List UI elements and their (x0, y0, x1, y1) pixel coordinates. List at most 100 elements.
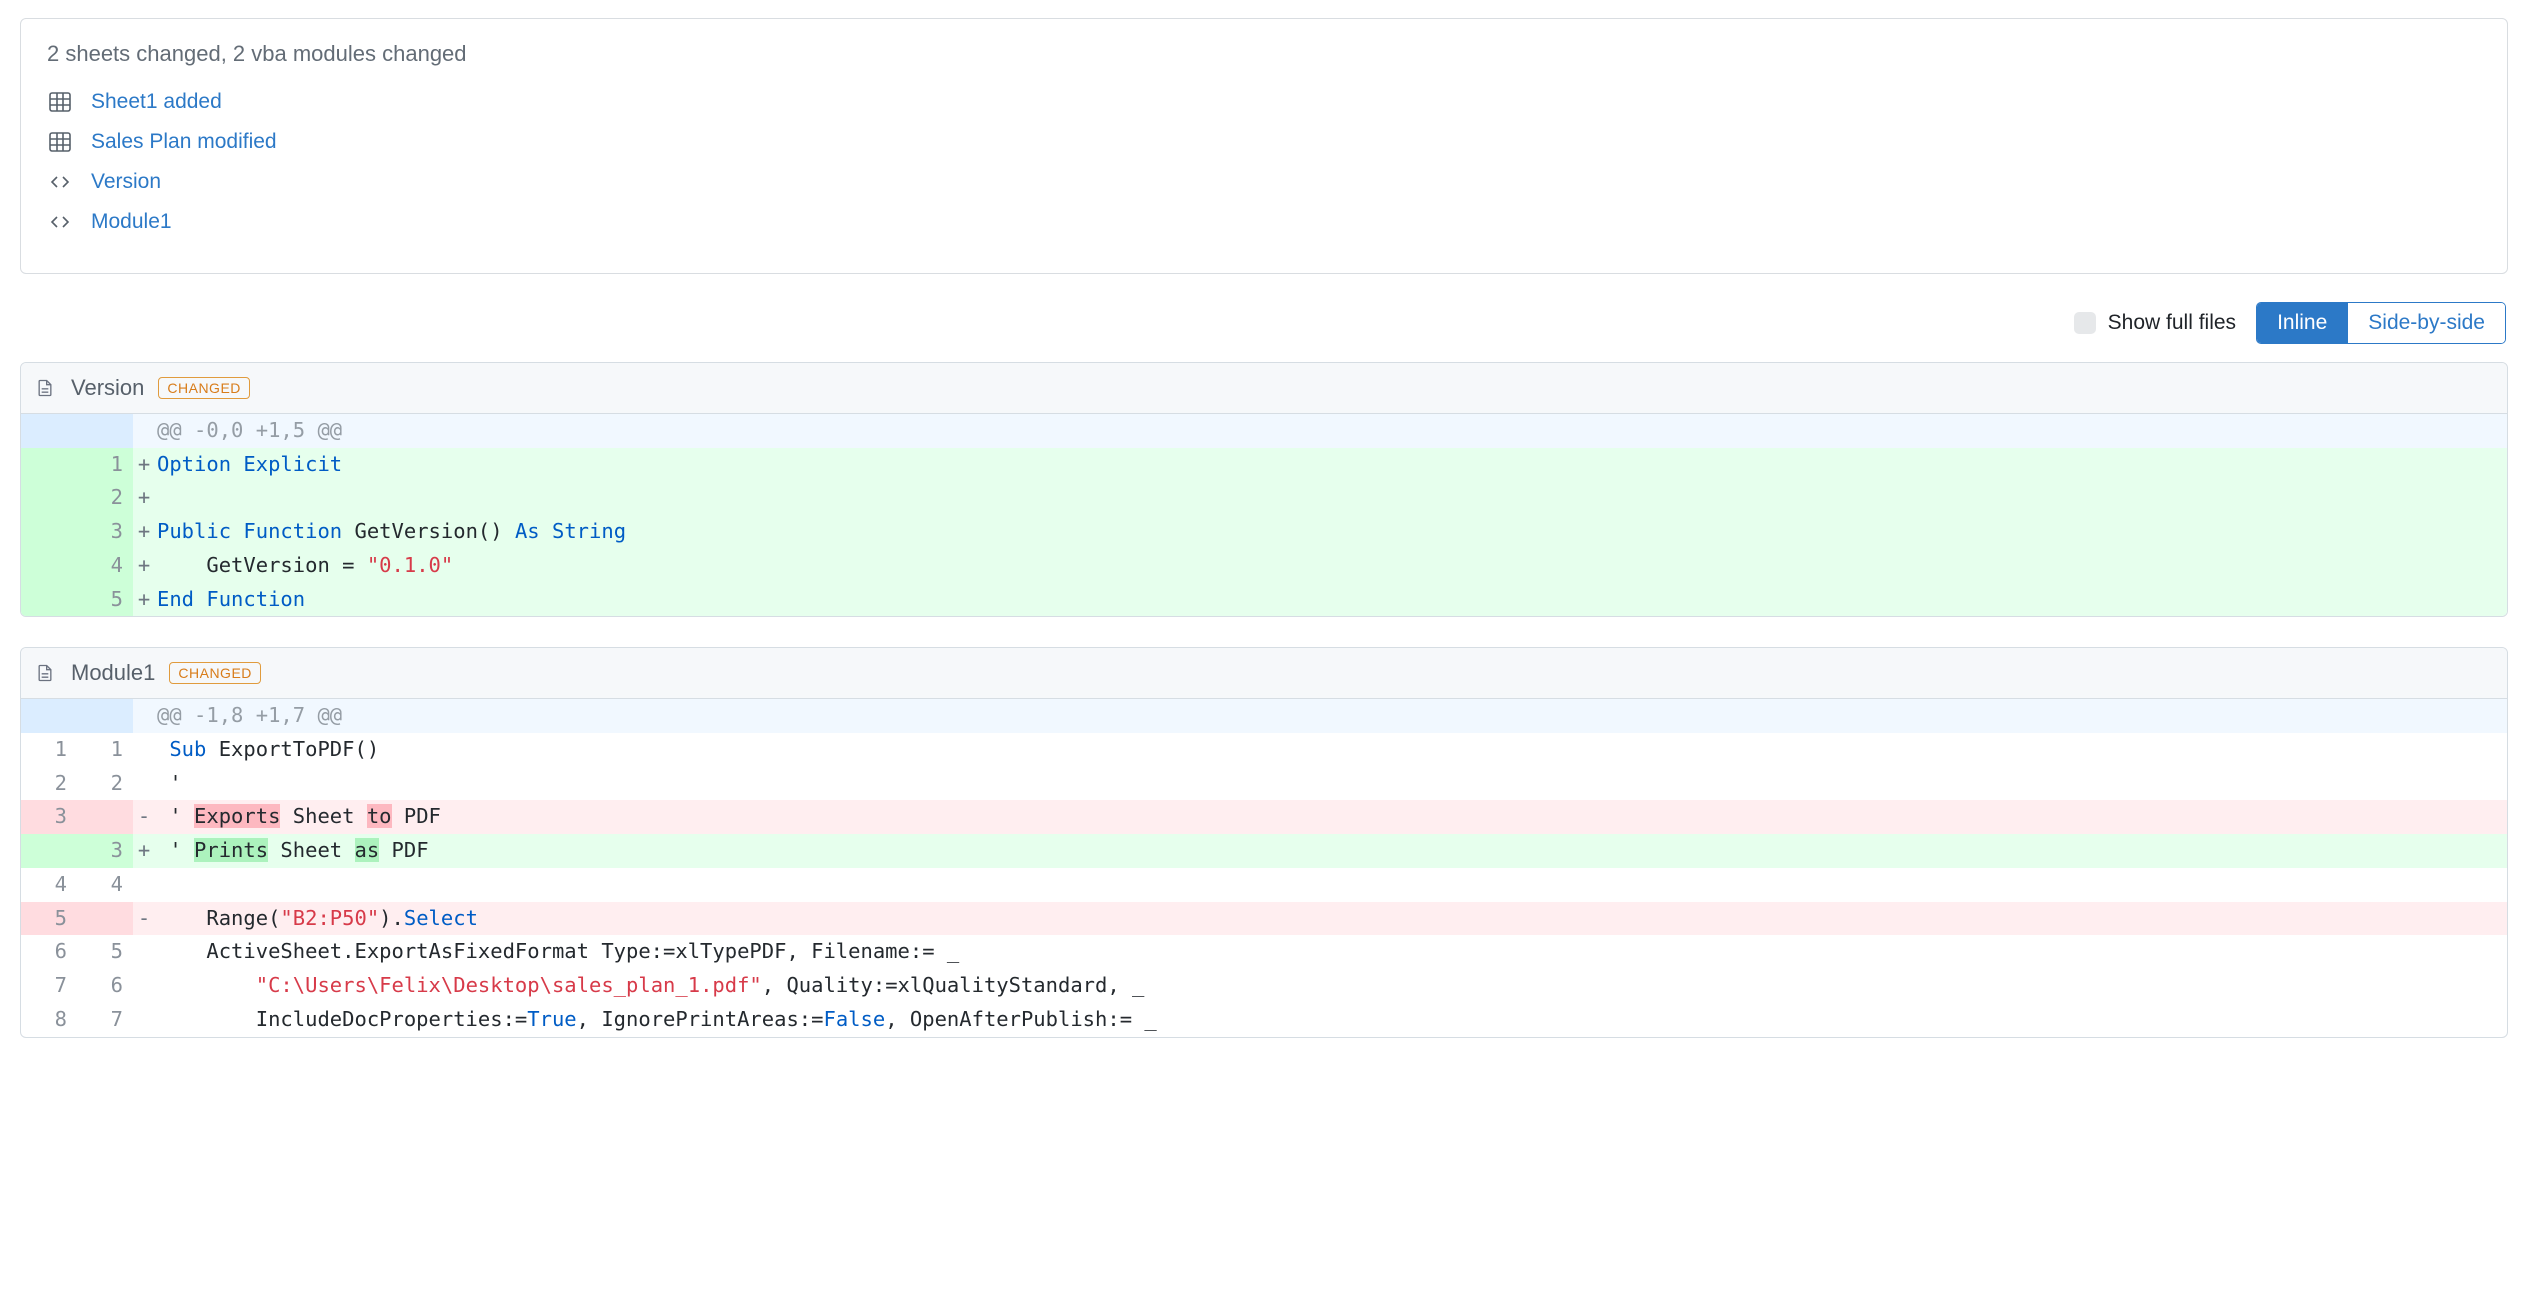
line-number-new: 5 (77, 583, 133, 617)
file-icon (35, 662, 57, 684)
code-line: ' (155, 767, 2507, 801)
diff-sign (133, 969, 155, 1003)
code-line: Option Explicit (155, 448, 2507, 482)
code-icon (47, 169, 73, 195)
diff-file-name: Version (71, 375, 144, 401)
diff-line: 1+Option Explicit (21, 448, 2507, 482)
line-number-new: 6 (77, 969, 133, 1003)
diff-sign (133, 868, 155, 902)
change-item-link[interactable]: Module1 (91, 210, 172, 234)
code-token: ' (157, 804, 194, 828)
diff-line: 44 (21, 868, 2507, 902)
inline-view-button[interactable]: Inline (2257, 303, 2347, 343)
line-number-old (21, 481, 77, 515)
code-token: PDF (392, 804, 441, 828)
change-item: Module1 (47, 209, 2481, 235)
line-number-old: 8 (21, 1003, 77, 1037)
diff-panel: VersionCHANGED@@ -0,0 +1,5 @@1+Option Ex… (20, 362, 2508, 617)
code-line (155, 868, 2507, 902)
changes-summary-card: 2 sheets changed, 2 vba modules changed … (20, 18, 2508, 274)
file-icon (35, 377, 57, 399)
line-number-new: 5 (77, 935, 133, 969)
diff-panel-header: VersionCHANGED (21, 363, 2507, 414)
code-token: As (515, 519, 540, 543)
code-token: Public (157, 519, 231, 543)
line-number-old (21, 515, 77, 549)
code-token: GetVersion = (157, 553, 367, 577)
diff-file-name: Module1 (71, 660, 155, 686)
diff-sign: - (133, 902, 155, 936)
diff-sign: - (133, 800, 155, 834)
diff-panel: Module1 CHANGED @@ -1,8 +1,7 @@11 Sub Expo… (20, 647, 2508, 1037)
code-token: "C:\Users\Felix\Desktop\sales_plan_1.pdf… (256, 973, 762, 997)
line-number-old (21, 583, 77, 617)
code-token: Function (243, 519, 342, 543)
line-number-new: 3 (77, 515, 133, 549)
code-token: , OpenAfterPublish:= _ (885, 1007, 1157, 1031)
code-token: Sheet (268, 838, 354, 862)
code-token: End (157, 587, 194, 611)
code-token: "B2:P50" (280, 906, 379, 930)
code-token (194, 587, 206, 611)
code-line: ActiveSheet.ExportAsFixedFormat Type:=xl… (155, 935, 2507, 969)
table-icon (47, 129, 73, 155)
diff-line: 22 ' (21, 767, 2507, 801)
status-badge: CHANGED (169, 662, 261, 684)
change-item-link[interactable]: Version (91, 170, 161, 194)
code-token: Sub (169, 737, 206, 761)
show-full-files-label: Show full files (2108, 311, 2236, 335)
code-token: ). (379, 906, 404, 930)
show-full-files-checkbox[interactable] (2074, 312, 2096, 334)
line-number-old (21, 414, 77, 448)
diff-sign: + (133, 481, 155, 515)
code-token: True (527, 1007, 576, 1031)
diff-sign: + (133, 549, 155, 583)
line-number-new (77, 902, 133, 936)
hunk-header: @@ -1,8 +1,7 @@ (155, 699, 2507, 733)
line-number-old (21, 448, 77, 482)
diff-line: 76 "C:\Users\Felix\Desktop\sales_plan_1.… (21, 969, 2507, 1003)
diff-sign: + (133, 515, 155, 549)
code-line: IncludeDocProperties:=True, IgnorePrintA… (155, 1003, 2507, 1037)
hunk-header-row: @@ -1,8 +1,7 @@ (21, 699, 2507, 733)
code-token: ExportToPDF() (206, 737, 379, 761)
line-number-old: 3 (21, 800, 77, 834)
diff-line: 3+Public Function GetVersion() As String (21, 515, 2507, 549)
line-number-old (21, 699, 77, 733)
code-line: GetVersion = "0.1.0" (155, 549, 2507, 583)
code-token: "0.1.0" (367, 553, 453, 577)
change-item-link[interactable]: Sheet1 added (91, 90, 222, 114)
line-number-new: 4 (77, 868, 133, 902)
code-token (231, 519, 243, 543)
table-icon (47, 89, 73, 115)
code-token: ' (157, 838, 194, 862)
line-number-new: 7 (77, 1003, 133, 1037)
show-full-files-toggle[interactable]: Show full files (2074, 311, 2236, 335)
code-line: Sub ExportToPDF() (155, 733, 2507, 767)
line-number-new: 2 (77, 767, 133, 801)
change-item: Sheet1 added (47, 89, 2481, 115)
diff-sign (133, 1003, 155, 1037)
code-token: Sheet (280, 804, 366, 828)
changes-list: Sheet1 added Sales Plan modified Version Mo… (47, 89, 2481, 235)
line-number-old (21, 549, 77, 583)
line-number-new (77, 699, 133, 733)
code-token (157, 737, 169, 761)
hunk-header: @@ -0,0 +1,5 @@ (155, 414, 2507, 448)
side-by-side-view-button[interactable]: Side-by-side (2347, 303, 2505, 343)
code-token: ActiveSheet.ExportAsFixedFormat Type:=xl… (157, 939, 959, 963)
code-token: , Quality:=xlQualityStandard, _ (762, 973, 1145, 997)
line-number-new: 1 (77, 448, 133, 482)
diff-sign (133, 767, 155, 801)
diff-panel-header: Module1 CHANGED (21, 648, 2507, 699)
line-number-old: 1 (21, 733, 77, 767)
code-token: Explicit (243, 452, 342, 476)
code-line: "C:\Users\Felix\Desktop\sales_plan_1.pdf… (155, 969, 2507, 1003)
code-line: ' Exports Sheet to PDF (155, 800, 2507, 834)
line-number-new (77, 800, 133, 834)
diff-line: 2+ (21, 481, 2507, 515)
code-token: GetVersion() (342, 519, 515, 543)
change-item-link[interactable]: Sales Plan modified (91, 130, 277, 154)
diff-line: 11 Sub ExportToPDF() (21, 733, 2507, 767)
code-token: as (355, 838, 380, 862)
